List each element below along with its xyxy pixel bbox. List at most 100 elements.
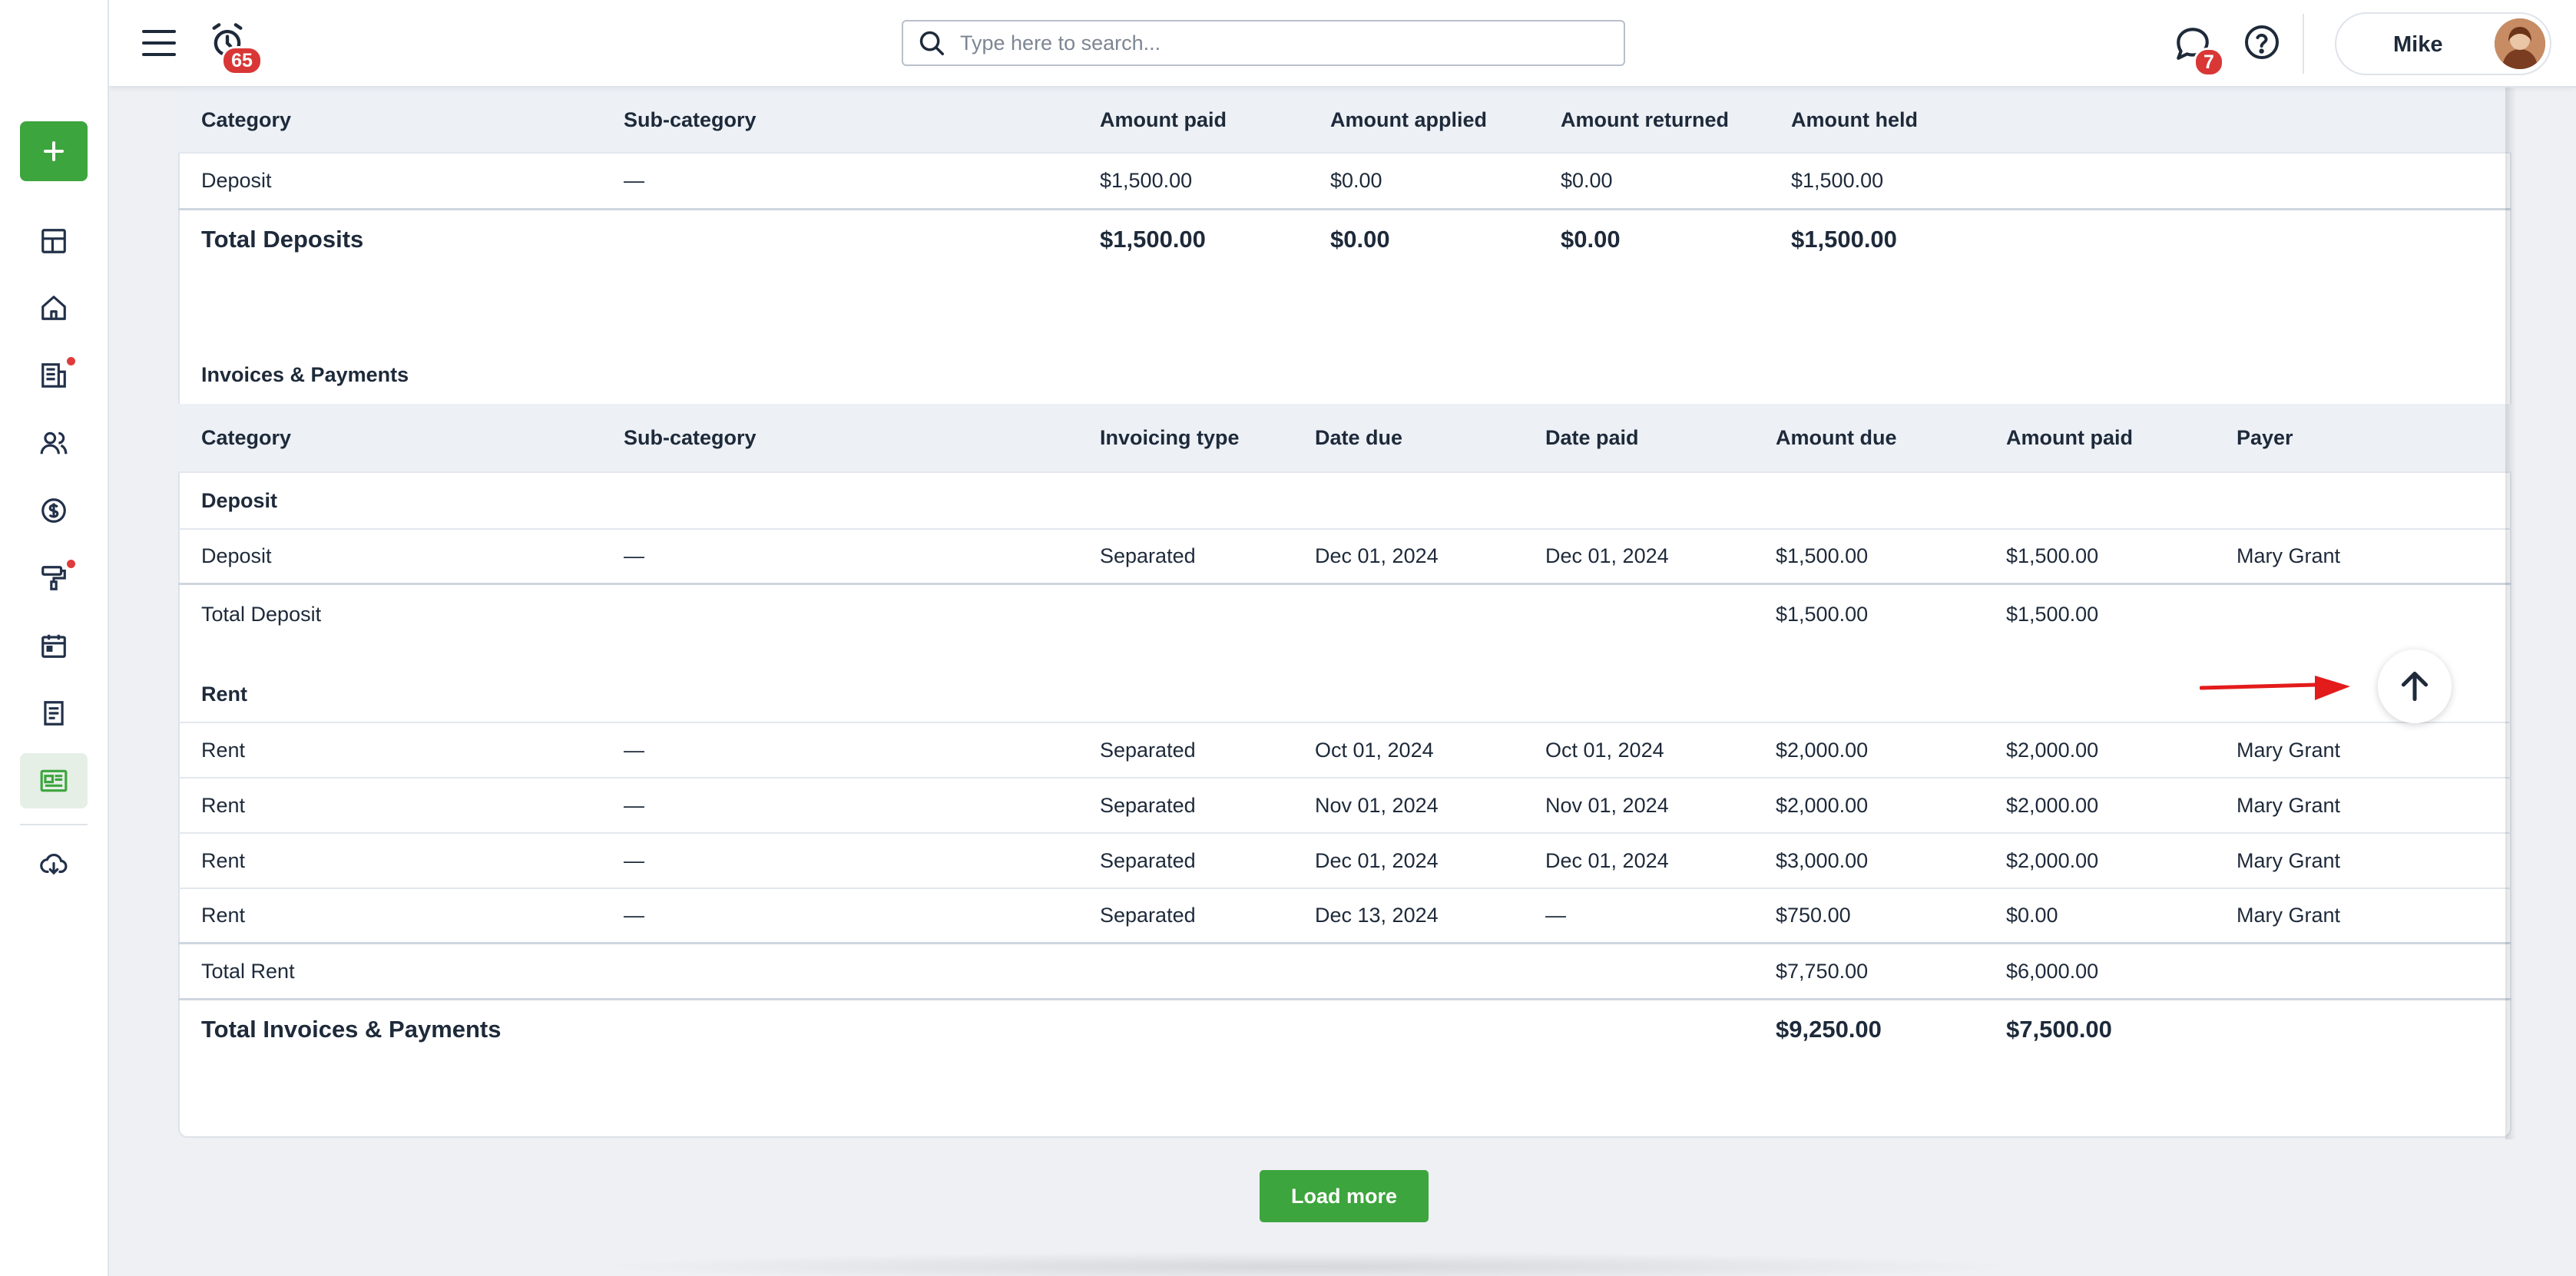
sidebar-item-download[interactable] <box>20 837 88 892</box>
cell-amount-due: $750.00 <box>1776 904 1851 927</box>
cell-subcategory: — <box>624 544 644 567</box>
sidebar-item-documents[interactable] <box>20 686 88 741</box>
group-total-row: Total Deposit $1,500.00 $1,500.00 <box>178 587 2511 642</box>
table-row: Rent — Separated Dec 13, 2024 — $750.00 … <box>178 889 2511 944</box>
sidebar-item-properties[interactable] <box>20 280 88 336</box>
alerts-button[interactable]: 65 <box>204 18 263 75</box>
cell-date-due: Dec 13, 2024 <box>1315 904 1439 927</box>
menu-button[interactable] <box>138 23 180 63</box>
topbar-divider <box>2303 14 2304 74</box>
notification-dot <box>67 357 75 365</box>
cell-invoicing-type: Separated <box>1100 848 1196 872</box>
cell-amount-held: $1,500.00 <box>1791 169 1884 192</box>
cell-category: Rent <box>201 848 246 872</box>
grand-total-amount-due: $9,250.00 <box>1776 1016 1882 1043</box>
cell-amount-due: $2,000.00 <box>1776 793 1869 817</box>
calendar-icon <box>41 634 66 658</box>
sidebar-item-people[interactable] <box>20 415 88 471</box>
table-row: Deposit — Separated Dec 01, 2024 Dec 01,… <box>178 530 2511 585</box>
cell-subcategory: — <box>624 848 644 872</box>
grand-total-label: Total Invoices & Payments <box>201 1016 502 1043</box>
column-header: Date paid <box>1545 425 1639 449</box>
cell-subcategory: — <box>624 738 644 762</box>
cell-amount-paid: $2,000.00 <box>2006 738 2099 762</box>
user-name: Mike <box>2393 32 2443 57</box>
messages-button[interactable]: 7 <box>2167 20 2224 77</box>
cell-payer: Mary Grant <box>2237 904 2341 927</box>
cell-category: Rent <box>201 904 246 927</box>
footer-shadow <box>584 1251 2028 1276</box>
building-docs-icon <box>41 363 66 388</box>
help-button[interactable] <box>2241 21 2283 63</box>
sidebar-item-reports[interactable] <box>20 753 88 808</box>
cell-date-paid: — <box>1545 904 1566 927</box>
scroll-to-top-button[interactable] <box>2378 650 2452 723</box>
group-total-label: Total Deposit <box>201 602 322 626</box>
add-new-button[interactable] <box>20 121 88 181</box>
sidebar-item-accounting[interactable] <box>20 483 88 538</box>
group-header-row: Deposit <box>178 473 2511 530</box>
sidebar-divider <box>20 824 88 825</box>
home-icon <box>41 296 66 320</box>
cell-invoicing-type: Separated <box>1100 738 1196 762</box>
people-icon <box>40 431 68 455</box>
cell-date-due: Dec 01, 2024 <box>1315 848 1439 872</box>
grand-total-amount-paid: $7,500.00 <box>2006 1016 2112 1043</box>
avatar <box>2495 18 2545 69</box>
cell-payer: Mary Grant <box>2237 848 2341 872</box>
document-icon <box>44 701 64 726</box>
sidebar-item-dashboard[interactable] <box>20 213 88 269</box>
column-header: Date due <box>1315 425 1403 449</box>
cell-amount-applied: $0.00 <box>1330 169 1382 192</box>
table-row: Rent — Separated Dec 01, 2024 Dec 01, 20… <box>178 834 2511 889</box>
cell-date-paid: Dec 01, 2024 <box>1545 848 1669 872</box>
group-name: Deposit <box>201 488 278 512</box>
top-bar: 65 7 Mike <box>109 0 2576 88</box>
cell-category: Deposit <box>201 544 272 567</box>
group-total-row: Total Rent $7,750.00 $6,000.00 <box>178 945 2511 1000</box>
cell-amount-paid: $0.00 <box>2006 904 2058 927</box>
total-amount-applied: $0.00 <box>1330 226 1390 253</box>
group-total-amount-paid: $6,000.00 <box>2006 960 2099 983</box>
search-box[interactable] <box>902 20 1625 66</box>
cell-invoicing-type: Separated <box>1100 544 1196 567</box>
column-header: Amount paid <box>2006 425 2133 449</box>
total-amount-paid: $1,500.00 <box>1100 226 1206 253</box>
cell-amount-paid: $2,000.00 <box>2006 793 2099 817</box>
column-header: Sub-category <box>624 425 757 449</box>
cell-date-due: Oct 01, 2024 <box>1315 738 1434 762</box>
user-menu-button[interactable]: Mike <box>2335 12 2551 75</box>
cell-amount-returned: $0.00 <box>1561 169 1613 192</box>
column-header: Category <box>201 425 292 449</box>
column-header: Amount applied <box>1330 107 1487 131</box>
table-row: Rent — Separated Nov 01, 2024 Nov 01, 20… <box>178 778 2511 834</box>
sidebar <box>0 0 109 1276</box>
column-header: Amount paid <box>1100 107 1227 131</box>
column-header: Payer <box>2237 425 2293 449</box>
column-header: Invoicing type <box>1100 425 1240 449</box>
cell-category: Rent <box>201 793 246 817</box>
table-row: Rent — Separated Oct 01, 2024 Oct 01, 20… <box>178 723 2511 778</box>
cell-subcategory: — <box>624 904 644 927</box>
column-header: Category <box>201 107 292 131</box>
sidebar-item-maintenance[interactable] <box>20 550 88 606</box>
table-row: Deposit — $1,500.00 $0.00 $0.00 $1,500.0… <box>178 154 2511 210</box>
load-more-button[interactable]: Load more <box>1260 1170 1429 1222</box>
group-header-row: Rent <box>178 666 2511 723</box>
group-total-amount-due: $7,750.00 <box>1776 960 1869 983</box>
total-amount-held: $1,500.00 <box>1791 226 1897 253</box>
search-input[interactable] <box>960 31 1590 55</box>
sidebar-item-calendar[interactable] <box>20 618 88 673</box>
cell-amount-due: $2,000.00 <box>1776 738 1869 762</box>
deposits-header-row: Category Sub-category Amount paid Amount… <box>178 88 2511 154</box>
messages-count-badge: 7 <box>2194 48 2224 77</box>
cell-amount-paid: $1,500.00 <box>2006 544 2099 567</box>
sidebar-item-leasing[interactable] <box>20 348 88 403</box>
plus-icon <box>44 141 64 161</box>
cell-category: Deposit <box>201 169 272 192</box>
cell-amount-paid: $1,500.00 <box>1100 169 1193 192</box>
cell-subcategory: — <box>624 169 644 192</box>
cell-date-paid: Oct 01, 2024 <box>1545 738 1664 762</box>
cell-invoicing-type: Separated <box>1100 793 1196 817</box>
column-header: Amount returned <box>1561 107 1729 131</box>
